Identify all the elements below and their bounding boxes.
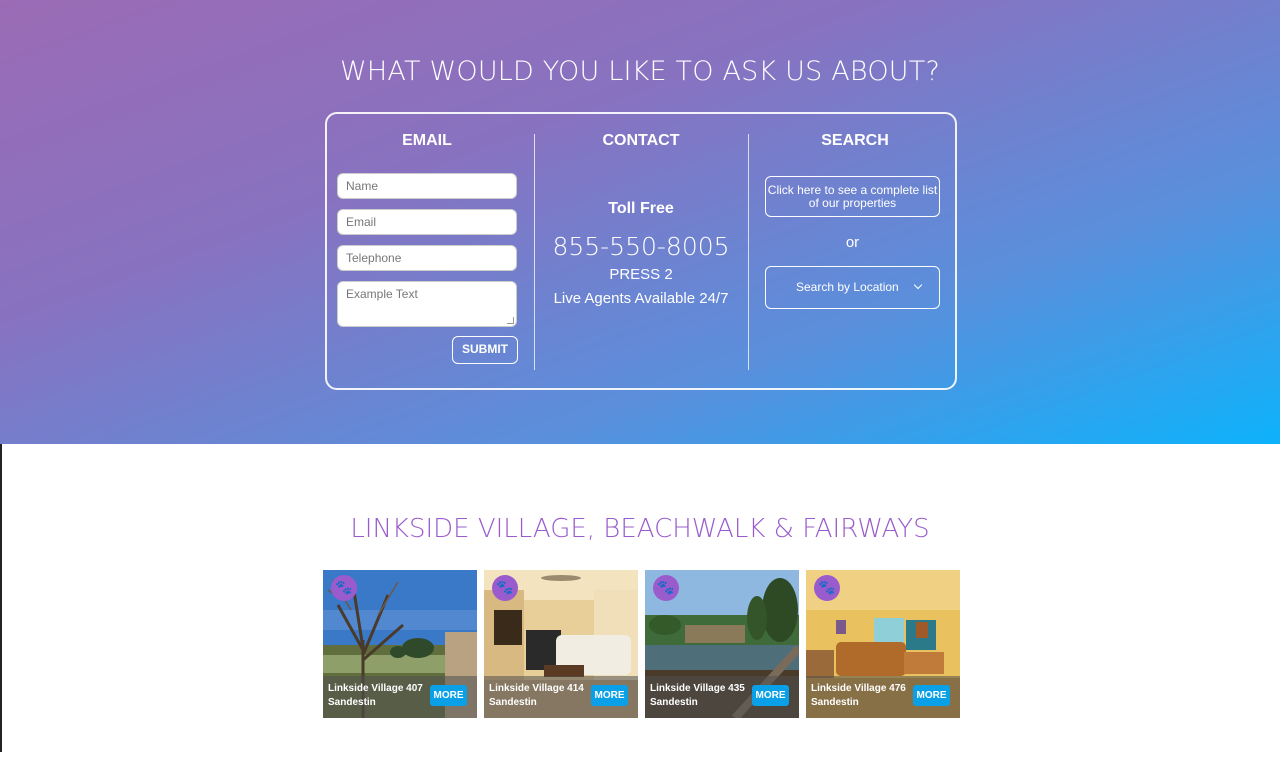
property-name: Linkside Village 435: [650, 683, 745, 694]
message-placeholder: Example Text: [346, 287, 418, 301]
paw-icon: 🐾: [814, 575, 840, 601]
property-name: Linkside Village 414: [489, 683, 584, 694]
contact-panel: EMAIL Name Email Telephone Example Text …: [325, 112, 957, 390]
email-heading: EMAIL: [402, 132, 452, 149]
card-caption: Linkside Village 476 Sandestin MORE: [806, 676, 960, 718]
contact-hero: WHAT WOULD YOU LIKE TO ASK US ABOUT? EMA…: [0, 0, 1280, 444]
paw-icon: 🐾: [331, 575, 357, 601]
contact-heading: CONTACT: [602, 132, 680, 149]
location-select[interactable]: Search by Location: [765, 266, 940, 309]
card-caption: Linkside Village 407 Sandestin MORE: [323, 676, 477, 718]
or-separator: or: [845, 234, 860, 251]
resize-handle-icon[interactable]: [507, 317, 514, 324]
name-field[interactable]: Name: [337, 173, 517, 199]
more-button[interactable]: MORE: [591, 685, 628, 706]
paw-icon: 🐾: [653, 575, 679, 601]
property-list-button[interactable]: Click here to see a complete list of our…: [765, 176, 940, 217]
email-column: EMAIL Name Email Telephone Example Text …: [327, 114, 534, 388]
card-caption: Linkside Village 435 Sandestin MORE: [645, 676, 799, 718]
property-location: Sandestin: [811, 697, 859, 708]
card-caption: Linkside Village 414 Sandestin MORE: [484, 676, 638, 718]
property-card[interactable]: 🐾 Linkside Village 407 Sandestin MORE: [323, 570, 477, 718]
agents-availability: Live Agents Available 24/7: [553, 290, 729, 307]
message-textarea[interactable]: Example Text: [337, 281, 517, 327]
search-heading: SEARCH: [821, 132, 889, 149]
property-name: Linkside Village 476: [811, 683, 906, 694]
hero-title: WHAT WOULD YOU LIKE TO ASK US ABOUT?: [340, 56, 940, 87]
paw-icon: 🐾: [492, 575, 518, 601]
property-card[interactable]: 🐾 Linkside Village 414 Sandestin MORE: [484, 570, 638, 718]
listings-title: LINKSIDE VILLAGE, BEACHWALK & FAIRWAYS: [350, 514, 930, 544]
property-name: Linkside Village 407: [328, 683, 423, 694]
property-card[interactable]: 🐾 Linkside Village 435 Sandestin MORE: [645, 570, 799, 718]
telephone-field[interactable]: Telephone: [337, 245, 517, 271]
page-edge-bar: [0, 444, 2, 752]
phone-number[interactable]: 855-550-8005: [535, 232, 747, 261]
property-location: Sandestin: [328, 697, 376, 708]
search-column: SEARCH Click here to see a complete list…: [749, 114, 956, 388]
contact-column: CONTACT Toll Free 855-550-8005 PRESS 2 L…: [535, 114, 747, 388]
property-card[interactable]: 🐾 Linkside Village 476 Sandestin MORE: [806, 570, 960, 718]
property-location: Sandestin: [489, 697, 537, 708]
more-button[interactable]: MORE: [913, 685, 950, 706]
toll-free-label: Toll Free: [608, 200, 674, 217]
location-select-label: Search by Location: [796, 280, 899, 294]
submit-button[interactable]: SUBMIT: [452, 336, 518, 364]
more-button[interactable]: MORE: [430, 685, 467, 706]
more-button[interactable]: MORE: [752, 685, 789, 706]
property-location: Sandestin: [650, 697, 698, 708]
chevron-down-icon: [913, 280, 923, 290]
email-field[interactable]: Email: [337, 209, 517, 235]
press-instruction: PRESS 2: [609, 266, 673, 283]
